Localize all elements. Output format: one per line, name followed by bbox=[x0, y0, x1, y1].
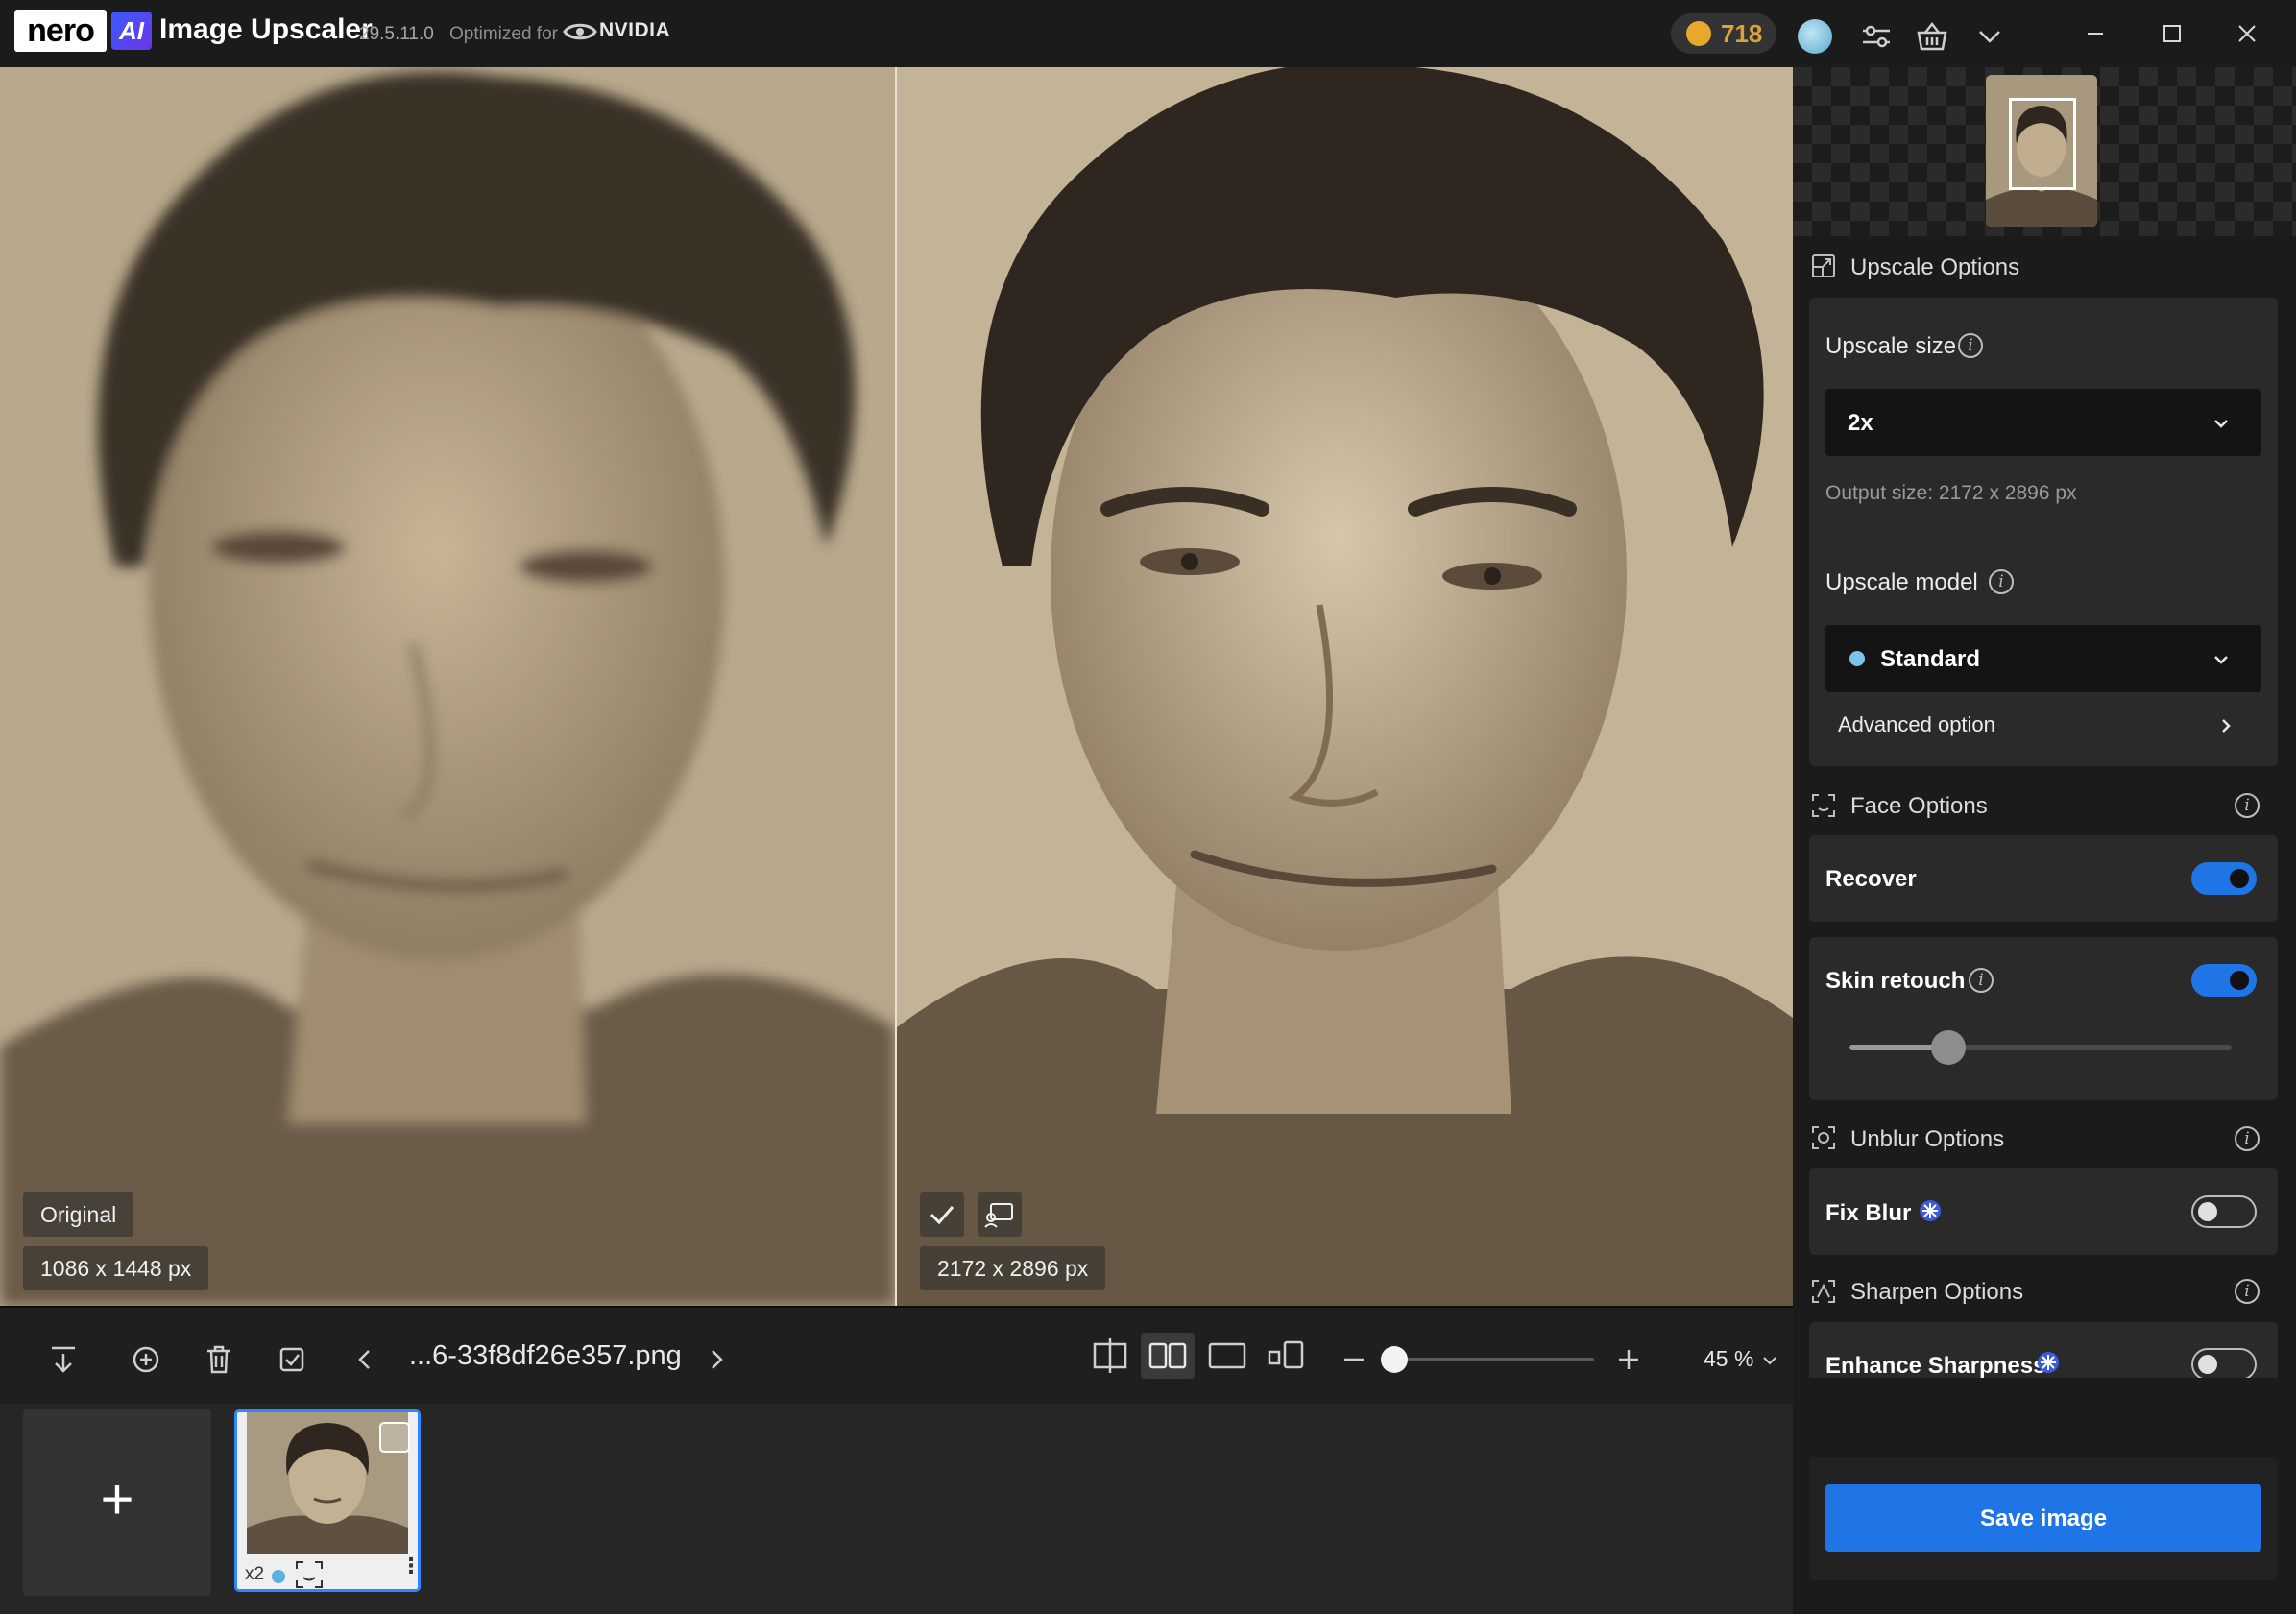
side-by-side-icon bbox=[1148, 1342, 1187, 1369]
ai-sparkle-icon bbox=[1920, 1200, 1941, 1221]
app-version: 29.5.11.0 bbox=[359, 24, 434, 44]
info-icon[interactable]: i bbox=[1969, 968, 1994, 993]
info-icon[interactable]: i bbox=[1958, 333, 1983, 358]
current-filename: ...6-33f8df26e357.png bbox=[409, 1340, 682, 1371]
info-icon[interactable]: i bbox=[2235, 1279, 2260, 1304]
download-icon[interactable] bbox=[42, 1338, 85, 1381]
compare-split-view-button[interactable] bbox=[1083, 1333, 1137, 1379]
nvidia-eye-icon bbox=[563, 23, 597, 40]
compare-split-icon bbox=[1093, 1338, 1127, 1373]
chevron-down-icon bbox=[2214, 420, 2228, 428]
thumbnail-scale-label: x2 bbox=[245, 1564, 265, 1584]
nvidia-wordmark: NVIDIA bbox=[599, 19, 671, 41]
ai-logo: AI bbox=[111, 12, 152, 50]
original-size-label: 1086 x 1448 px bbox=[23, 1246, 209, 1290]
enhance-sharpness-toggle[interactable] bbox=[2191, 1348, 2257, 1378]
close-icon[interactable] bbox=[2209, 0, 2285, 67]
fix-blur-toggle[interactable] bbox=[2191, 1195, 2257, 1228]
upscale-model-value: Standard bbox=[1880, 646, 1981, 672]
advanced-option-link[interactable]: Advanced option bbox=[1838, 712, 1995, 737]
sharpen-options-title: Sharpen Options bbox=[1850, 1279, 2024, 1305]
plus-icon[interactable] bbox=[1607, 1338, 1650, 1381]
skin-retouch-toggle[interactable] bbox=[2191, 964, 2257, 997]
zoom-slider-thumb[interactable] bbox=[1381, 1346, 1408, 1373]
output-size-text: Output size: 2172 x 2896 px bbox=[1825, 482, 2077, 504]
thumbnail-view-icon bbox=[1268, 1340, 1304, 1369]
add-circle-icon[interactable] bbox=[125, 1338, 167, 1381]
recover-toggle[interactable] bbox=[2191, 862, 2257, 895]
original-image bbox=[0, 67, 895, 1306]
enhance-sharpness-toggle-wrap bbox=[2191, 1348, 2257, 1378]
zoom-level-dropdown[interactable]: 45 % bbox=[1704, 1346, 1753, 1372]
chevron-down-icon[interactable] bbox=[1970, 17, 2009, 56]
info-icon[interactable]: i bbox=[2235, 1126, 2260, 1151]
chevron-left-icon[interactable] bbox=[344, 1338, 386, 1381]
sharpen-icon bbox=[1812, 1280, 1835, 1303]
trash-icon[interactable] bbox=[198, 1338, 240, 1381]
save-image-button[interactable]: Save image bbox=[1825, 1484, 2261, 1552]
zoom-slider-track[interactable] bbox=[1402, 1358, 1594, 1361]
original-label: Original bbox=[23, 1192, 134, 1237]
face-scan-icon bbox=[296, 1561, 323, 1588]
upscaled-image bbox=[897, 67, 1793, 1306]
chevron-down-icon bbox=[2214, 656, 2228, 664]
upscale-model-label: Upscale model bbox=[1825, 569, 1978, 595]
upscale-icon bbox=[1812, 254, 1835, 277]
upscale-options-title: Upscale Options bbox=[1850, 254, 2020, 280]
skin-retouch-label: Skin retouch bbox=[1825, 968, 1966, 994]
zoom-chevron-down-icon[interactable] bbox=[1759, 1350, 1780, 1371]
info-icon[interactable]: i bbox=[2235, 793, 2260, 818]
skin-retouch-card bbox=[1809, 937, 2278, 1100]
coin-icon bbox=[1686, 21, 1711, 46]
info-icon[interactable]: i bbox=[1989, 569, 2014, 594]
optimized-for-text: Optimized for bbox=[449, 24, 558, 44]
add-image-button[interactable]: + bbox=[23, 1409, 211, 1596]
thumbnail-view-button[interactable] bbox=[1260, 1333, 1314, 1379]
maximize-icon[interactable] bbox=[2134, 0, 2211, 67]
check-icon bbox=[930, 1206, 955, 1225]
more-options-icon[interactable]: ⋮ bbox=[400, 1555, 418, 1577]
unblur-options-title: Unblur Options bbox=[1850, 1126, 2005, 1152]
nero-logo: nero bbox=[14, 10, 107, 52]
accept-check-button[interactable] bbox=[920, 1192, 964, 1237]
face-options-title: Face Options bbox=[1850, 793, 1988, 819]
upscaled-size-label: 2172 x 2896 px bbox=[920, 1246, 1106, 1290]
upscale-size-value: 2x bbox=[1848, 410, 1873, 436]
select-checkbox[interactable] bbox=[379, 1422, 410, 1453]
model-dot-icon bbox=[272, 1570, 285, 1583]
model-dot-icon bbox=[1849, 651, 1865, 666]
viewport-frame[interactable] bbox=[2009, 98, 2076, 190]
feedback-icon bbox=[984, 1203, 1013, 1228]
image-preview[interactable]: Original 1086 x 1448 px 2172 x 2896 px bbox=[0, 67, 1793, 1306]
face-scan-icon bbox=[1812, 794, 1835, 817]
chevron-right-icon[interactable] bbox=[695, 1338, 737, 1381]
single-view-icon bbox=[1208, 1342, 1246, 1369]
ai-sparkle-icon bbox=[2038, 1352, 2059, 1373]
sliders-icon[interactable] bbox=[1857, 17, 1896, 56]
minus-icon[interactable] bbox=[1333, 1338, 1375, 1381]
filmstrip-item[interactable]: x2 ⋮ bbox=[234, 1409, 421, 1592]
side-by-side-view-button[interactable] bbox=[1141, 1333, 1195, 1379]
avatar[interactable] bbox=[1798, 19, 1832, 54]
chevron-right-icon[interactable] bbox=[2214, 714, 2237, 737]
feedback-button[interactable] bbox=[978, 1192, 1022, 1237]
check-square-icon[interactable] bbox=[271, 1338, 313, 1381]
basket-icon[interactable] bbox=[1913, 17, 1951, 56]
upscale-options-card bbox=[1809, 298, 2278, 766]
enhance-sharpness-label: Enhance Sharpness bbox=[1825, 1353, 2046, 1379]
fix-blur-label: Fix Blur bbox=[1825, 1200, 1912, 1226]
recover-label: Recover bbox=[1825, 866, 1917, 892]
upscale-size-label: Upscale size bbox=[1825, 333, 1957, 359]
unblur-icon bbox=[1812, 1126, 1835, 1149]
single-view-button[interactable] bbox=[1200, 1333, 1254, 1379]
minimize-icon[interactable] bbox=[2057, 0, 2134, 67]
app-title: Image Upscaler bbox=[159, 13, 373, 45]
upscale-size-select[interactable] bbox=[1825, 389, 2261, 456]
